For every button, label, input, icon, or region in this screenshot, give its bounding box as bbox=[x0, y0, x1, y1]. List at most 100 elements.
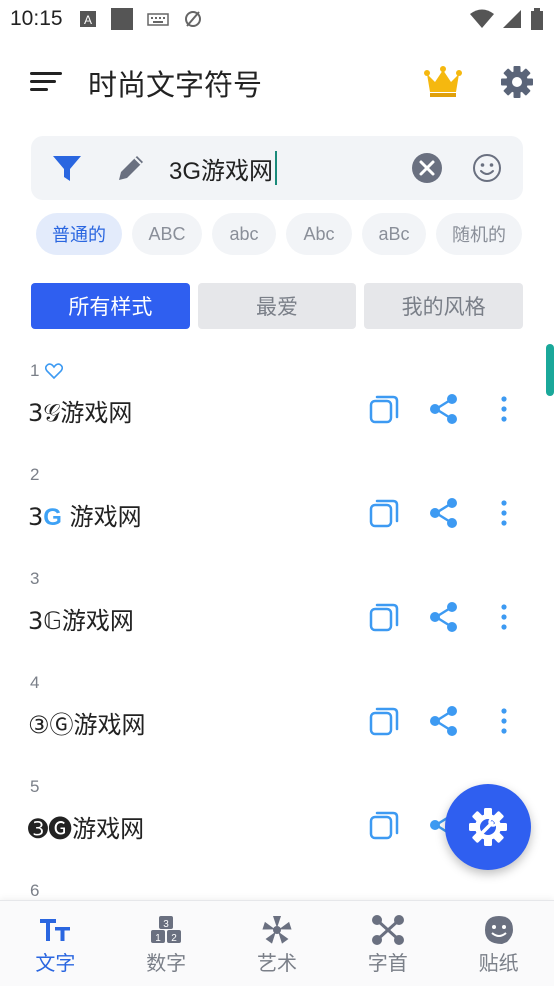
svg-text:A: A bbox=[84, 13, 92, 27]
row-number: 4 bbox=[30, 673, 40, 692]
share-icon bbox=[430, 394, 457, 424]
pencil-icon bbox=[119, 156, 143, 180]
nav-stickers[interactable]: 贴纸 bbox=[443, 901, 554, 986]
tab-all-styles[interactable]: 所有样式 bbox=[31, 283, 190, 329]
more-vert-icon bbox=[501, 604, 507, 630]
page-title: 时尚文字符号 bbox=[88, 70, 263, 102]
settings-button[interactable] bbox=[496, 62, 538, 102]
nav-label: 数字 bbox=[146, 953, 187, 975]
chip-capitalize[interactable]: Abc bbox=[286, 213, 352, 255]
menu-button[interactable] bbox=[28, 66, 68, 98]
copy-button[interactable] bbox=[368, 705, 400, 737]
filter-button[interactable] bbox=[51, 152, 83, 184]
share-button[interactable] bbox=[428, 497, 460, 529]
scrollbar-thumb[interactable] bbox=[546, 344, 554, 396]
premium-button[interactable] bbox=[422, 62, 464, 102]
copy-button[interactable] bbox=[368, 809, 400, 841]
list-item: 2 3G 游戏网 bbox=[0, 449, 554, 553]
text-input[interactable]: 3G游戏网 bbox=[169, 151, 278, 185]
no-sync-icon bbox=[184, 11, 201, 27]
clear-button[interactable] bbox=[411, 152, 443, 184]
clear-icon bbox=[412, 153, 442, 183]
filter-icon bbox=[53, 156, 81, 181]
nav-numbers[interactable]: 3 1 2 数字 bbox=[111, 901, 222, 986]
copy-icon bbox=[369, 707, 399, 736]
list-item: 1 3𝒢游戏网 bbox=[0, 345, 554, 449]
numbers-icon: 3 1 2 bbox=[151, 916, 182, 944]
nav-art[interactable]: 艺术 bbox=[222, 901, 333, 986]
text-input-box: 3G游戏网 bbox=[31, 136, 523, 200]
row-number: 5 bbox=[30, 777, 40, 796]
chip-normal[interactable]: 普通的 bbox=[36, 213, 122, 255]
svg-text:1: 1 bbox=[155, 933, 161, 944]
chip-random[interactable]: 随机的 bbox=[436, 213, 522, 255]
edit-button[interactable] bbox=[115, 152, 147, 184]
nav-label: 字首 bbox=[367, 953, 408, 975]
prefix-icon bbox=[371, 915, 404, 945]
chip-alternate[interactable]: aBc bbox=[362, 213, 426, 255]
input-value: 3G游戏网 bbox=[169, 157, 274, 185]
copy-button[interactable] bbox=[368, 601, 400, 633]
a-letter-icon: A bbox=[79, 11, 96, 27]
styled-text: 3G 游戏网 bbox=[28, 497, 142, 532]
app-bar: 时尚文字符号 bbox=[0, 50, 554, 114]
wifi-icon bbox=[470, 9, 494, 28]
copy-button[interactable] bbox=[368, 393, 400, 425]
style-tabs: 所有样式 最爱 我的风格 bbox=[31, 283, 524, 329]
text-icon bbox=[40, 919, 71, 941]
status-bar: 10:15 A bbox=[0, 0, 554, 38]
more-button[interactable] bbox=[488, 393, 520, 425]
nav-label: 贴纸 bbox=[478, 953, 519, 975]
case-chips: 普通的 ABC abc Abc aBc 随机的 bbox=[36, 213, 522, 255]
square-icon bbox=[110, 8, 133, 30]
list-item: 3 3𝔾游戏网 bbox=[0, 553, 554, 657]
share-button[interactable] bbox=[428, 705, 460, 737]
battery-icon bbox=[531, 8, 543, 30]
style-settings-fab[interactable] bbox=[445, 784, 531, 870]
row-number: 2 bbox=[30, 465, 40, 484]
more-button[interactable] bbox=[488, 601, 520, 633]
text-caret bbox=[275, 151, 278, 185]
copy-icon bbox=[369, 603, 399, 632]
share-button[interactable] bbox=[428, 601, 460, 633]
nav-prefix[interactable]: 字首 bbox=[332, 901, 443, 986]
styled-text-prefix: 3 bbox=[28, 503, 44, 531]
row-number: 6 bbox=[30, 881, 40, 900]
copy-button[interactable] bbox=[368, 497, 400, 529]
heart-icon[interactable] bbox=[45, 363, 64, 379]
chip-lower[interactable]: abc bbox=[212, 213, 276, 255]
styled-text-suffix: 游戏网 bbox=[61, 503, 142, 531]
art-icon bbox=[262, 916, 292, 944]
share-icon bbox=[430, 602, 457, 632]
tab-favorites[interactable]: 最爱 bbox=[197, 283, 357, 329]
styled-text: ➌🅖游戏网 bbox=[28, 815, 145, 843]
copy-icon bbox=[369, 499, 399, 528]
svg-text:3: 3 bbox=[163, 919, 169, 930]
list-item: 4 ③Ⓖ游戏网 bbox=[0, 657, 554, 761]
svg-text:2: 2 bbox=[171, 933, 177, 944]
gear-icon bbox=[501, 66, 533, 98]
more-button[interactable] bbox=[488, 705, 520, 737]
copy-icon bbox=[369, 811, 399, 840]
styled-text: 3𝔾游戏网 bbox=[28, 607, 134, 635]
row-number: 3 bbox=[30, 569, 40, 588]
nav-label: 艺术 bbox=[256, 953, 297, 975]
keyboard-icon bbox=[146, 13, 169, 26]
more-button[interactable] bbox=[488, 497, 520, 529]
share-icon bbox=[430, 706, 457, 736]
bottom-nav: 文字 3 1 2 数字 艺术 字首 贴纸 bbox=[0, 900, 554, 986]
sticker-icon bbox=[484, 916, 513, 944]
more-vert-icon bbox=[501, 708, 507, 734]
chip-upper[interactable]: ABC bbox=[132, 213, 202, 255]
emoji-button[interactable] bbox=[471, 152, 503, 184]
nav-text[interactable]: 文字 bbox=[0, 901, 111, 986]
list-item: 6 bbox=[0, 865, 554, 901]
styled-text: ③Ⓖ游戏网 bbox=[28, 711, 146, 739]
row-number: 1 bbox=[30, 361, 40, 380]
status-time: 10:15 bbox=[10, 7, 63, 30]
share-button[interactable] bbox=[428, 393, 460, 425]
crown-icon bbox=[424, 66, 462, 97]
tab-my-styles[interactable]: 我的风格 bbox=[364, 283, 524, 329]
menu-icon bbox=[30, 72, 62, 91]
emoji-icon bbox=[473, 154, 501, 182]
